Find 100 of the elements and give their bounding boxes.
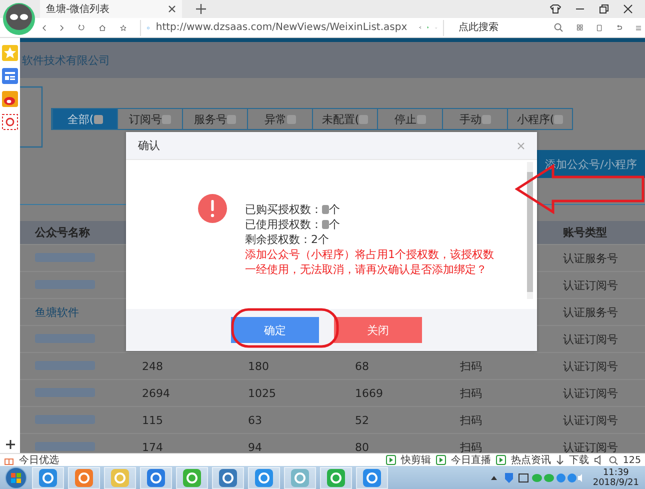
table-cell-text: 扫码 <box>460 386 483 400</box>
table-cell-text: 认证订阅号 <box>563 386 619 400</box>
search-icon[interactable] <box>608 456 618 464</box>
status-link[interactable]: 快剪辑 <box>400 453 431 467</box>
table-cell-text: 认证服务号 <box>563 250 619 266</box>
table-cell-text: 248 <box>142 360 164 372</box>
table-cell-text: 68 <box>355 360 370 372</box>
taskbar-app-icon[interactable] <box>248 466 280 488</box>
new-tab-icon[interactable] <box>196 4 206 14</box>
account-name-link[interactable]: 鱼塘软件 <box>35 306 79 318</box>
restore-icon[interactable] <box>599 4 609 14</box>
table-cell-text: 认证订阅号 <box>563 332 619 346</box>
add-icon[interactable] <box>6 440 14 449</box>
blurred-count <box>227 114 236 124</box>
column-header: 公众号名称 <box>35 225 91 240</box>
clock-time[interactable]: 11:39 <box>602 468 629 478</box>
dialog-text: 个 <box>329 217 340 232</box>
blurred-count <box>286 114 296 124</box>
table-cell-text: 63 <box>248 414 263 426</box>
filter-tab[interactable]: 服务号 <box>182 109 247 129</box>
table-cell-text: 180 <box>248 360 270 372</box>
search-field[interactable]: 点此搜索 <box>458 22 554 33</box>
close-icon[interactable] <box>168 5 176 13</box>
zoom-level[interactable]: 125 <box>622 454 641 466</box>
status-link[interactable]: 今日直播 <box>450 453 491 467</box>
table-cell-text: 2694 <box>142 386 171 400</box>
scrollbar[interactable] <box>527 162 533 299</box>
address-bar[interactable]: http://www.dzsaas.com/NewViews/WeixinList.aspx <box>140 20 444 36</box>
filter-tab[interactable]: 异常 <box>247 109 312 129</box>
tab-label: 未配置( <box>322 112 360 126</box>
taskbar-app-icon[interactable] <box>176 466 208 488</box>
table-cell-text: 52 <box>355 414 370 426</box>
star-icon[interactable] <box>2 45 18 61</box>
shirt-icon[interactable] <box>550 4 561 14</box>
tab-label: 小程序( <box>516 112 554 126</box>
close-button[interactable]: 关闭 <box>334 317 422 343</box>
taskbar-app-icon[interactable] <box>140 466 172 488</box>
status-link[interactable]: 热点资讯 <box>510 453 551 467</box>
taskbar-app-icon[interactable] <box>320 466 352 488</box>
blurred-count <box>482 114 490 124</box>
filter-tab[interactable]: 未配置( <box>312 109 377 129</box>
dialog-text: 已购买授权数： <box>245 202 322 217</box>
table-cell-text: 174 <box>142 440 164 453</box>
filter-tab[interactable]: 全部( <box>52 109 117 129</box>
tab-label: 订阅号 <box>129 112 162 126</box>
panel-outline <box>20 86 44 148</box>
download-icon[interactable] <box>556 455 564 465</box>
play-icon <box>436 455 446 465</box>
blurred-count <box>162 114 171 124</box>
play-icon <box>496 455 506 465</box>
warning-icon <box>198 194 227 223</box>
tab-label: 停止 <box>394 112 416 126</box>
dialog-title: 确认 <box>138 138 160 153</box>
table-cell-text: 1025 <box>248 386 277 400</box>
status-link[interactable]: 今日优选 <box>19 453 59 467</box>
filter-tab[interactable]: 订阅号 <box>117 109 182 129</box>
tab-label: 手动 <box>460 112 482 126</box>
clock-date[interactable]: 2018/9/21 <box>592 478 639 488</box>
table-cell-text: 认证订阅号 <box>563 440 619 453</box>
tab-label: 全部( <box>67 112 94 126</box>
table-cell-text: 认证订阅号 <box>563 412 619 428</box>
tab-label: 服务号 <box>194 112 227 126</box>
table-cell-text: 1669 <box>355 386 384 400</box>
confirm-button[interactable]: 确定 <box>231 317 319 343</box>
table-cell-text: 认证订阅号 <box>563 278 619 292</box>
taskbar-app-icon[interactable] <box>356 466 388 488</box>
news-icon[interactable] <box>2 68 18 84</box>
blurred-count <box>359 114 368 124</box>
filter-tab[interactable]: 手动 <box>442 109 507 129</box>
table-cell-text: 扫码 <box>460 412 483 428</box>
start-button-icon[interactable] <box>4 466 28 488</box>
tab-label: 异常 <box>264 112 286 126</box>
table-cell-text: 认证订阅号 <box>563 358 619 374</box>
column-header: 账号类型 <box>563 225 608 240</box>
table-cell-text: 扫码 <box>460 440 483 453</box>
dialog-text: 个 <box>329 202 340 217</box>
taskbar-app-icon[interactable] <box>212 466 244 488</box>
browser-tab[interactable]: 鱼塘-微信列表 <box>40 0 182 18</box>
apps-icon[interactable] <box>577 22 584 33</box>
warning-text: 添加公众号（小程序）将占用1个授权数，该授权数一经使用，无法取消，请再次确认是否添加绑定？ <box>245 247 495 277</box>
status-link[interactable]: 下载 <box>568 453 589 467</box>
table-cell-text: 认证服务号 <box>563 304 619 320</box>
taskbar-app-icon[interactable] <box>68 466 100 488</box>
search-icon[interactable] <box>554 23 564 32</box>
blurred-count <box>94 114 103 124</box>
filter-tab[interactable]: 停止 <box>377 109 442 129</box>
tray-icons-drawing[interactable] <box>490 472 583 484</box>
taskbar-app-icon[interactable] <box>32 466 64 488</box>
play-icon <box>386 455 396 465</box>
blurred-count <box>554 114 564 124</box>
close-window-icon[interactable] <box>623 4 633 14</box>
table-cell-text: 80 <box>355 440 370 453</box>
company-name: 软件技术有限公司 <box>22 52 110 68</box>
table-cell-text: 94 <box>248 440 263 453</box>
filter-tab[interactable]: 小程序( <box>507 109 572 129</box>
dialog-text: 已使用授权数： <box>245 217 322 232</box>
dialog-text: 剩余授权数：2个 <box>245 232 329 247</box>
table-cell-text: 115 <box>142 414 164 426</box>
blurred-count <box>416 114 426 124</box>
table-cell-text: 扫码 <box>460 358 483 374</box>
